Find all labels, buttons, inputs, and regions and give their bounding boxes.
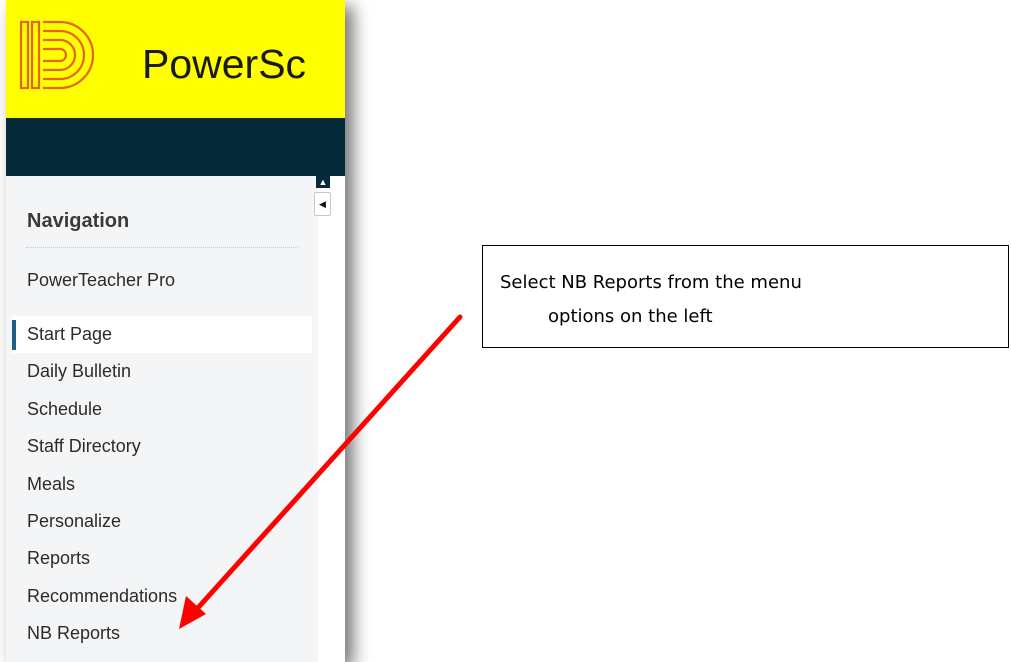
- nav-item-reports[interactable]: Reports: [12, 540, 312, 577]
- collapse-sidebar-button[interactable]: ◀: [314, 192, 331, 216]
- nav-divider: [26, 247, 298, 248]
- nav-item-start-page[interactable]: Start Page: [12, 316, 312, 354]
- nav-item-recommendations[interactable]: Recommendations: [12, 578, 312, 615]
- powerschool-logo-icon: [19, 20, 95, 90]
- nav-item-nb-reports[interactable]: NB Reports: [12, 615, 312, 652]
- callout-line-1: Select NB Reports from the menu: [500, 272, 802, 293]
- powerschool-screenshot: PowerSc ▲ ◀ Navigation PowerTeacher Pro …: [6, 0, 345, 662]
- instruction-callout: Select NB Reports from the menu options …: [482, 245, 1009, 348]
- powerteacher-pro-link[interactable]: PowerTeacher Pro: [27, 270, 175, 291]
- nav-list: Start Page Daily Bulletin Schedule Staff…: [12, 316, 312, 653]
- nav-item-daily-bulletin[interactable]: Daily Bulletin: [12, 353, 312, 390]
- brand-header: PowerSc: [6, 0, 345, 118]
- nav-item-schedule[interactable]: Schedule: [12, 391, 312, 428]
- navigation-heading: Navigation: [27, 210, 130, 232]
- nav-item-staff-directory[interactable]: Staff Directory: [12, 428, 312, 465]
- top-navbar: [6, 118, 345, 176]
- nav-item-meals[interactable]: Meals: [12, 466, 312, 503]
- callout-line-2: options on the left: [548, 306, 713, 327]
- nav-item-personalize[interactable]: Personalize: [12, 503, 312, 540]
- scroll-up-icon[interactable]: ▲: [316, 176, 330, 188]
- brand-text: PowerSc: [142, 41, 307, 87]
